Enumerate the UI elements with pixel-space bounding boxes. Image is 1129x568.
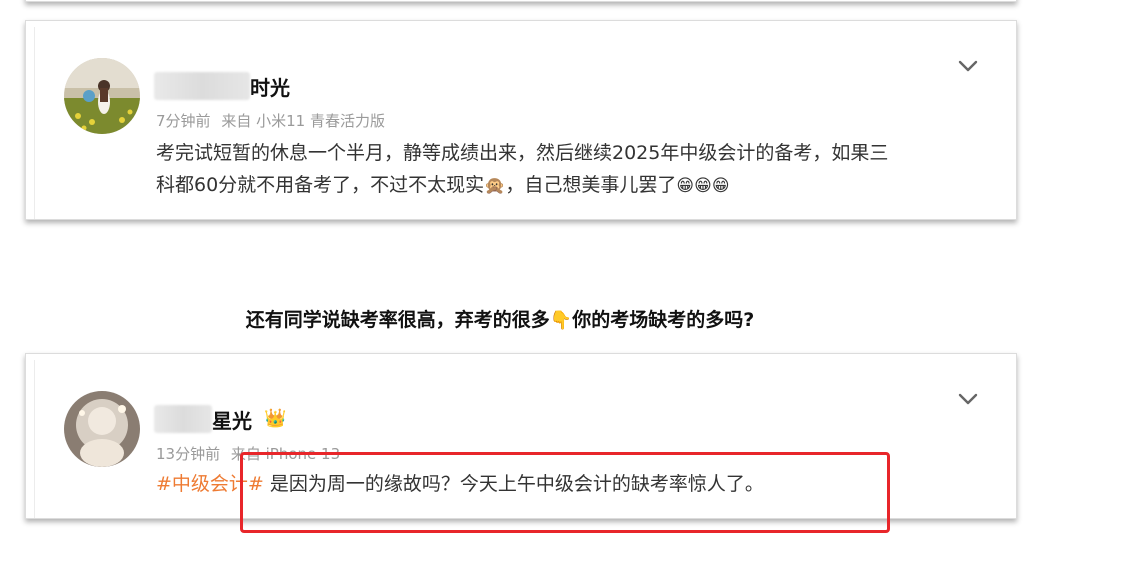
avatar-photo xyxy=(64,58,140,134)
blurred-name xyxy=(154,405,212,433)
chevron-down-icon[interactable] xyxy=(958,392,978,406)
pointing-down-icon: 👇 xyxy=(549,310,573,331)
highlight-box xyxy=(240,452,890,533)
post-card-1: 时光 7分钟前 来自 小米11 青春活力版 考完试短暂的休息一个半月，静等成绩出… xyxy=(25,20,1017,220)
avatar[interactable] xyxy=(64,391,140,467)
crown-icon: 👑 xyxy=(264,408,287,429)
monkey-emoji: 🙊 xyxy=(484,176,506,196)
card-divider xyxy=(34,360,35,518)
grin-emoji: 😁😁😁 xyxy=(676,176,730,196)
user-name-suffix: 时光 xyxy=(250,75,290,100)
user-name[interactable]: 时光 xyxy=(154,72,290,100)
post-time[interactable]: 7分钟前 xyxy=(156,112,211,130)
post-time[interactable]: 13分钟前 xyxy=(156,445,220,463)
content-line-1: 考完试短暂的休息一个半月，静等成绩出来，然后继续2025年中级会计的备考，如果三 xyxy=(156,142,889,164)
section-heading: 还有同学说缺考率很高，弃考的很多👇你的考场缺考的多吗? xyxy=(245,309,755,331)
avatar[interactable] xyxy=(64,58,140,134)
post-source: 来自 小米11 青春活力版 xyxy=(221,112,385,130)
blurred-name xyxy=(154,72,250,100)
chevron-down-icon[interactable] xyxy=(958,59,978,73)
user-name[interactable]: 星光 👑 xyxy=(154,405,286,433)
user-name-suffix: 星光 xyxy=(212,408,252,433)
post-meta: 7分钟前 来自 小米11 青春活力版 xyxy=(156,110,391,131)
avatar-photo xyxy=(64,391,140,467)
content-line-2: 科都60分就不用备考了，不过不太现实🙊，自己想美事儿罢了😁😁😁 xyxy=(156,174,730,196)
card-divider xyxy=(34,27,35,219)
previous-post-card xyxy=(25,0,1017,2)
post-content: 考完试短暂的休息一个半月，静等成绩出来，然后继续2025年中级会计的备考，如果三… xyxy=(156,137,986,202)
